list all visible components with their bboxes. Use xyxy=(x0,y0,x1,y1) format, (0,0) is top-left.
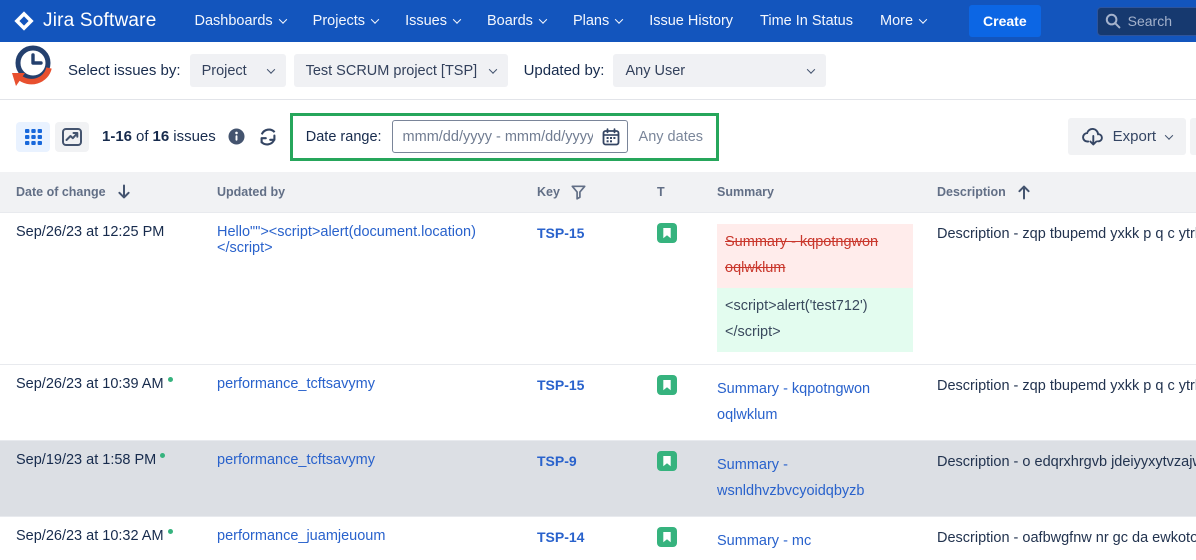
issue-key-link[interactable]: TSP-15 xyxy=(521,213,644,364)
nav-item-boards[interactable]: Boards xyxy=(487,13,546,29)
chevron-down-icon xyxy=(371,15,379,23)
global-search xyxy=(1097,7,1196,36)
chevron-down-icon xyxy=(266,65,274,73)
column-header-date-of-change[interactable]: Date of change xyxy=(0,184,201,200)
story-icon xyxy=(644,365,701,440)
top-nav-bar: Jira Software Dashboards Projects Issues… xyxy=(0,0,1196,42)
chart-view-button[interactable] xyxy=(55,122,89,152)
refresh-icon[interactable] xyxy=(258,127,278,147)
jira-brand[interactable]: Jira Software xyxy=(13,10,156,32)
chevron-down-icon xyxy=(278,15,286,23)
chevron-down-icon xyxy=(615,15,623,23)
brand-title: Jira Software xyxy=(43,10,156,32)
sort-desc-arrow-icon[interactable] xyxy=(117,184,131,200)
issue-key-link[interactable]: TSP-14 xyxy=(521,517,644,560)
search-icon xyxy=(1105,13,1121,34)
export-button[interactable]: Export xyxy=(1068,118,1186,155)
date-range-input[interactable] xyxy=(392,120,628,153)
column-header-updated-by[interactable]: Updated by xyxy=(201,185,521,199)
change-date: Sep/26/23 at 10:39 AM xyxy=(0,365,201,440)
sort-asc-arrow-icon[interactable] xyxy=(1017,184,1031,200)
description-text: Description - oafbwgfnw nr gc da ewkotoa xyxy=(921,517,1196,560)
updated-by-label: Updated by: xyxy=(524,62,605,79)
clipped-toolbar-button[interactable] xyxy=(1190,118,1196,155)
cloud-download-icon xyxy=(1082,127,1105,146)
select-mode-dropdown[interactable]: Project xyxy=(190,54,286,87)
issue-history-table: Date of change Updated by Key T Summary … xyxy=(0,172,1196,560)
updated-by-link[interactable]: performance_tcftsavymy xyxy=(201,365,521,440)
table-row[interactable]: Sep/26/23 at 10:39 AM performance_tcftsa… xyxy=(0,364,1196,440)
nav-item-dashboards[interactable]: Dashboards xyxy=(194,13,285,29)
table-row[interactable]: Sep/26/23 at 12:25 PM Hello""><script>al… xyxy=(0,212,1196,364)
issue-key-link[interactable]: TSP-9 xyxy=(521,441,644,516)
nav-item-more[interactable]: More xyxy=(880,13,926,29)
project-dropdown[interactable]: Test SCRUM project [TSP] xyxy=(294,54,508,87)
summary-added-text: <script>alert('test712') </script> xyxy=(717,288,913,352)
story-icon xyxy=(644,517,701,560)
create-button[interactable]: Create xyxy=(969,5,1041,37)
select-issues-by-label: Select issues by: xyxy=(68,62,181,79)
issue-history-app-logo-icon xyxy=(6,42,58,101)
column-header-key[interactable]: Key xyxy=(521,185,644,200)
nav-item-time-in-status[interactable]: Time In Status xyxy=(760,13,853,29)
column-header-description[interactable]: Description xyxy=(921,184,1196,200)
date-range-highlight-box: Date range: Any dates xyxy=(290,113,719,161)
date-range-label: Date range: xyxy=(306,129,382,145)
column-header-summary[interactable]: Summary xyxy=(701,185,921,199)
description-text: Description - zqp tbupemd yxkk p q c ytr… xyxy=(921,365,1196,440)
info-icon[interactable] xyxy=(228,128,245,145)
chevron-down-icon xyxy=(539,15,547,23)
nav-item-issues[interactable]: Issues xyxy=(405,13,460,29)
chevron-down-icon xyxy=(919,15,927,23)
new-change-dot-icon xyxy=(168,529,173,534)
updated-by-user-dropdown[interactable]: Any User xyxy=(613,54,826,87)
chevron-down-icon xyxy=(488,65,496,73)
jira-app-window: Jira Software Dashboards Projects Issues… xyxy=(0,0,1196,560)
change-date: Sep/26/23 at 10:32 AM xyxy=(0,517,201,560)
table-view-button[interactable] xyxy=(16,122,50,152)
description-text: Description - zqp tbupemd yxkk p q c ytr… xyxy=(921,213,1196,364)
issues-toolbar: 1-16of16issues Date range: xyxy=(0,100,1196,170)
updated-by-link[interactable]: performance_juamjeuoum xyxy=(201,517,521,560)
summary-link[interactable]: Summary - wsnldhvzbvcyoidqbyzb xyxy=(701,441,921,516)
story-icon xyxy=(644,441,701,516)
change-date: Sep/26/23 at 12:25 PM xyxy=(0,213,201,364)
summary-link[interactable]: Summary - mc ampfdiqcasbknw xyxy=(701,517,921,560)
summary-change-cell: Summary - kqpotngwon oqlwklum <script>al… xyxy=(701,213,921,364)
filter-funnel-icon[interactable] xyxy=(571,185,586,200)
nav-item-projects[interactable]: Projects xyxy=(313,13,378,29)
nav-item-issue-history[interactable]: Issue History xyxy=(649,13,733,29)
calendar-icon[interactable] xyxy=(602,128,620,151)
new-change-dot-icon xyxy=(168,377,173,382)
nav-item-plans[interactable]: Plans xyxy=(573,13,622,29)
summary-removed-text: Summary - kqpotngwon oqlwklum xyxy=(717,224,913,288)
chevron-down-icon xyxy=(1165,131,1173,139)
table-row[interactable]: Sep/19/23 at 1:58 PM performance_tcftsav… xyxy=(0,440,1196,516)
story-icon xyxy=(644,213,701,364)
chevron-down-icon xyxy=(807,65,815,73)
table-row[interactable]: Sep/26/23 at 10:32 AM performance_juamje… xyxy=(0,516,1196,560)
filter-bar: Select issues by: Project Test SCRUM pro… xyxy=(0,42,1196,100)
description-text: Description - o edqrxhrgvb jdeiyyxytvzaj… xyxy=(921,441,1196,516)
updated-by-link[interactable]: Hello""><script>alert(document.location)… xyxy=(201,213,521,364)
issue-key-link[interactable]: TSP-15 xyxy=(521,365,644,440)
summary-link[interactable]: Summary - kqpotngwon oqlwklum xyxy=(701,365,921,440)
jira-logo-icon xyxy=(13,10,35,32)
any-dates-label: Any dates xyxy=(639,129,704,145)
updated-by-link[interactable]: performance_tcftsavymy xyxy=(201,441,521,516)
change-date: Sep/19/23 at 1:58 PM xyxy=(0,441,201,516)
results-count: 1-16of16issues xyxy=(102,128,216,145)
table-header-row: Date of change Updated by Key T Summary … xyxy=(0,172,1196,212)
new-change-dot-icon xyxy=(160,453,165,458)
chevron-down-icon xyxy=(453,15,461,23)
column-header-type[interactable]: T xyxy=(644,185,701,199)
